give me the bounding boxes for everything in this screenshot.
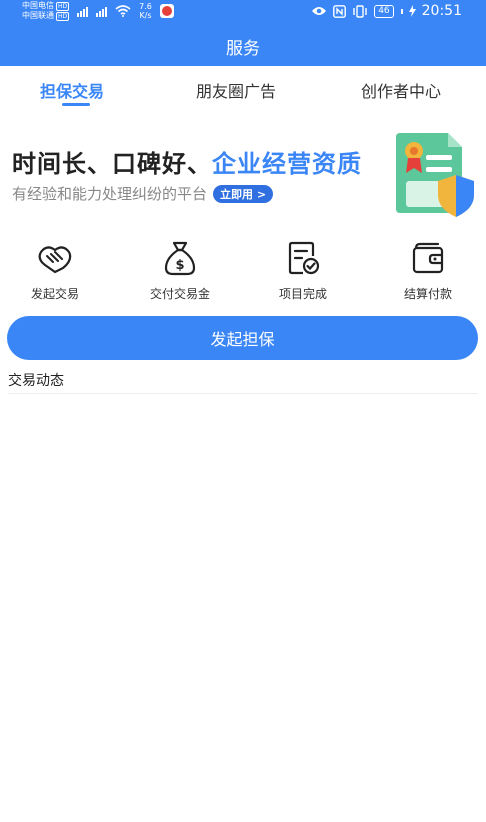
trade-activity-title: 交易动态 xyxy=(8,373,64,389)
money-bag-icon: $ xyxy=(164,241,196,276)
action-deliver-funds[interactable]: $ 交付交易金 xyxy=(130,238,230,302)
active-tab-indicator xyxy=(62,103,90,106)
net-speed-value: 7.6 xyxy=(139,2,152,11)
action-label: 交付交易金 xyxy=(149,287,210,301)
battery-icon: 46 xyxy=(374,4,394,18)
svg-text:$: $ xyxy=(175,258,184,273)
action-label: 发起交易 xyxy=(30,287,79,301)
clock: 20:51 xyxy=(421,3,462,19)
status-right: 46 20:51 xyxy=(311,3,462,19)
use-now-button[interactable]: 立即用 > xyxy=(213,184,274,203)
action-grid: 发起交易 $ 交付交易金 项目完成 结算付款 xyxy=(0,238,486,308)
action-label: 结算付款 xyxy=(403,287,452,301)
certificate-shield-illustration xyxy=(396,133,474,217)
tab-creator-center[interactable]: 创作者中心 xyxy=(361,78,441,102)
carrier-2: 中国联通 xyxy=(22,11,54,20)
carrier-info: 中国电信 HD 中国联通 HD xyxy=(22,1,70,21)
banner-title-highlight: 企业经营资质 xyxy=(212,150,362,178)
battery-level: 46 xyxy=(378,5,390,16)
nfc-icon xyxy=(333,4,347,18)
banner-subtitle: 有经验和能力处理纠纷的平台 xyxy=(12,185,208,203)
handshake-icon xyxy=(38,246,72,274)
document-check-icon xyxy=(288,241,320,275)
net-speed: 7.6 K/s xyxy=(139,2,152,20)
carrier-1: 中国电信 xyxy=(22,1,54,10)
promo-banner[interactable]: 时间长、口碑好、企业经营资质 有经验和能力处理纠纷的平台 立即用 > xyxy=(0,124,486,224)
status-left: 中国电信 HD 中国联通 HD 7.6 K/s xyxy=(22,1,174,21)
page-header: 服务 xyxy=(0,26,486,66)
charging-icon xyxy=(408,5,416,17)
banner-title-main: 时间长、口碑好、 xyxy=(12,150,212,178)
net-speed-unit: K/s xyxy=(139,11,152,20)
banner-title: 时间长、口碑好、企业经营资质 xyxy=(12,144,362,179)
action-start-trade[interactable]: 发起交易 xyxy=(5,238,105,302)
signal-icon xyxy=(96,5,108,17)
wallet-icon xyxy=(412,242,444,274)
wifi-icon xyxy=(115,5,131,17)
hd-badge: HD xyxy=(56,11,70,21)
hd-badge: HD xyxy=(56,1,70,11)
start-guarantee-button[interactable]: 发起担保 xyxy=(7,316,478,360)
carrier-row: 中国电信 HD xyxy=(22,1,70,11)
battery-tip xyxy=(400,8,403,14)
eye-icon xyxy=(312,7,327,15)
banner-subtitle-row: 有经验和能力处理纠纷的平台 立即用 > xyxy=(12,183,274,204)
vibrate-icon xyxy=(353,4,367,18)
action-settle-payment[interactable]: 结算付款 xyxy=(378,238,478,302)
action-project-complete[interactable]: 项目完成 xyxy=(253,238,353,302)
page-title: 服务 xyxy=(226,38,260,59)
status-bar: 中国电信 HD 中国联通 HD 7.6 K/s 46 20:51 xyxy=(0,0,486,26)
signal-icon xyxy=(77,5,89,17)
carrier-row: 中国联通 HD xyxy=(22,11,70,21)
action-label: 项目完成 xyxy=(278,287,327,301)
tab-guarantee-trade[interactable]: 担保交易 xyxy=(40,78,104,102)
notification-app-icon xyxy=(159,4,174,18)
section-divider xyxy=(8,393,478,394)
tab-moments-ads[interactable]: 朋友圈广告 xyxy=(196,78,276,102)
